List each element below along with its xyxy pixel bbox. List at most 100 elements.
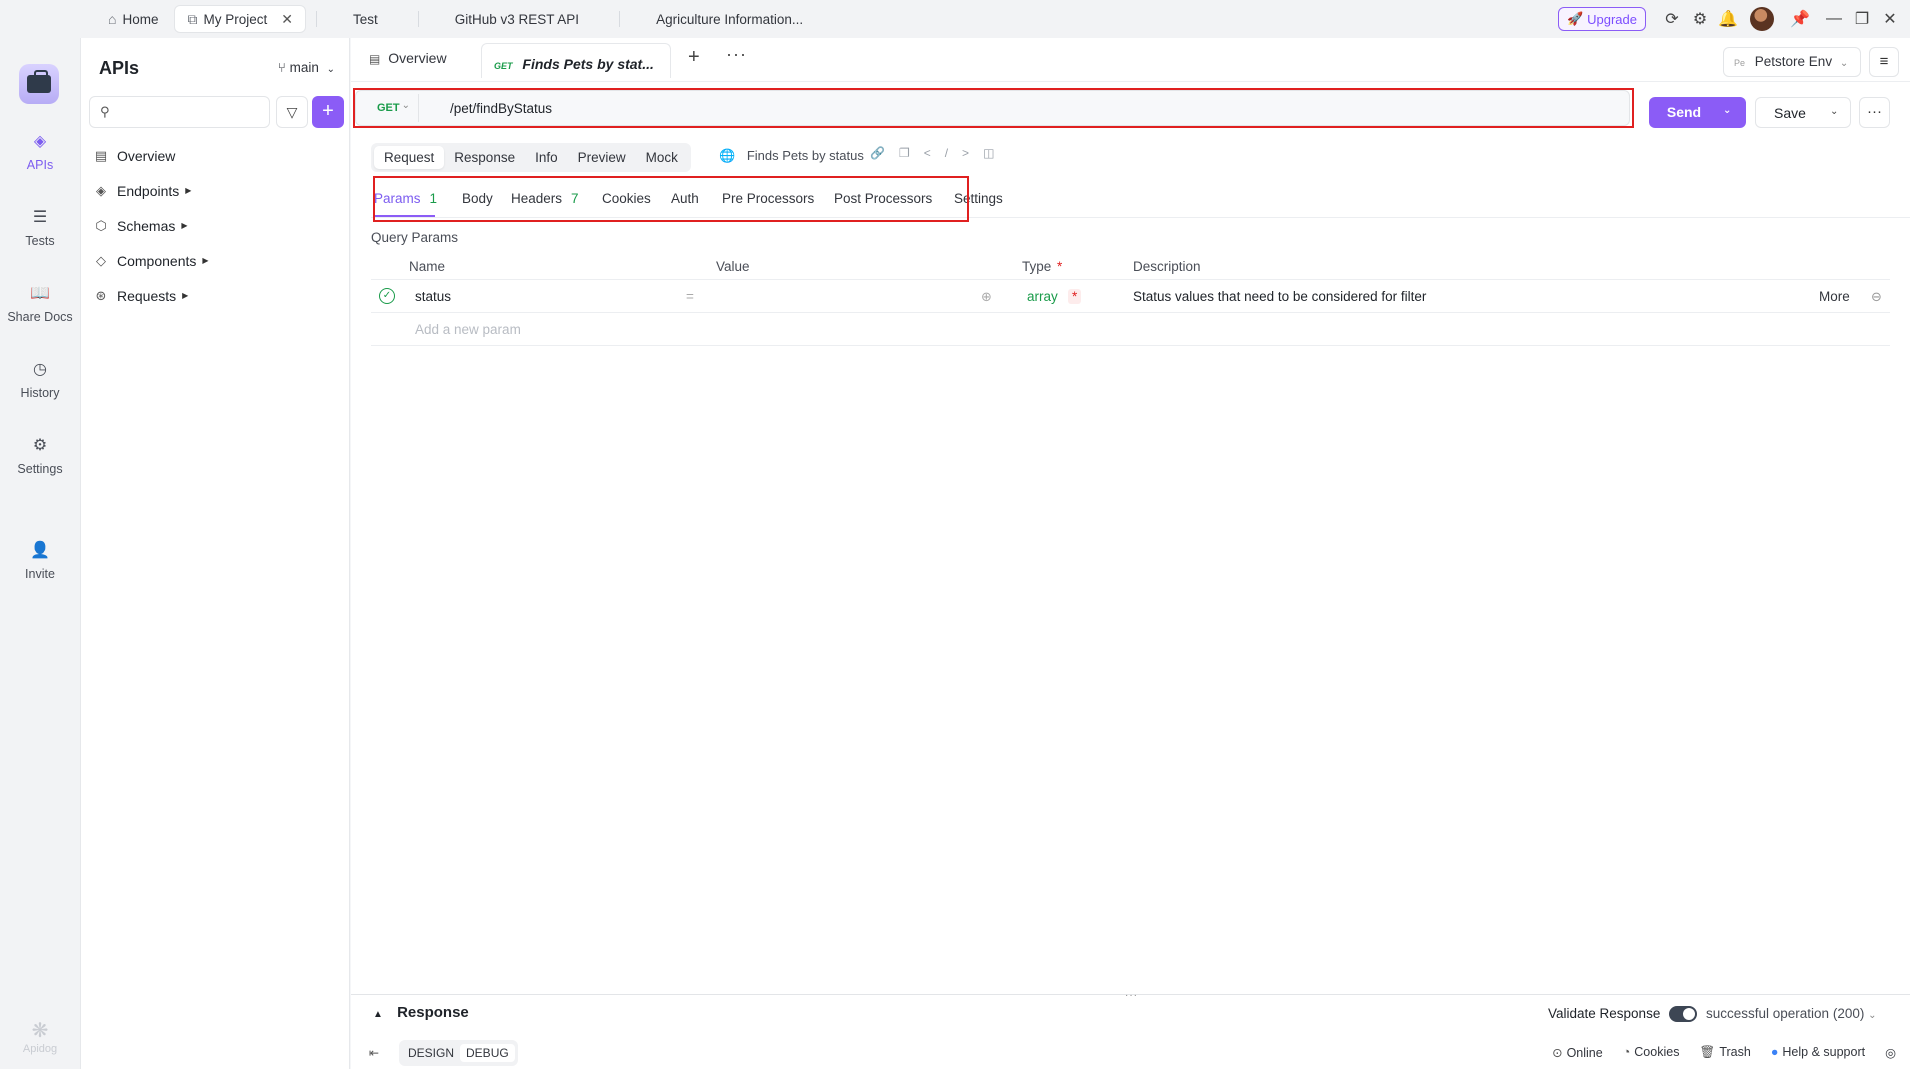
active-tab-indicator [374, 215, 435, 217]
window-tab-home[interactable]: ⌂ Home [96, 5, 170, 33]
copy-icon[interactable]: ❐ [899, 146, 924, 160]
subtab-mock[interactable]: Mock [636, 146, 688, 169]
required-marker[interactable]: * [1068, 289, 1082, 304]
project-logo[interactable] [19, 64, 59, 104]
param-type[interactable]: array [1027, 289, 1058, 304]
tab-params[interactable]: Params 1 [374, 191, 437, 206]
search-input[interactable] [118, 101, 263, 123]
sync-icon[interactable]: ⟳ [1658, 9, 1686, 29]
bell-icon[interactable]: 🔔 [1714, 9, 1742, 29]
save-button[interactable]: Save ⌄ [1755, 97, 1851, 128]
rail-item-settings[interactable]: ⚙ Settings [0, 436, 80, 476]
avatar[interactable] [1750, 7, 1774, 31]
resize-handle[interactable]: ··· [1125, 990, 1138, 1001]
caret-right-icon: ▶ [202, 256, 209, 265]
rail-item-share-docs[interactable]: 📖 Share Docs [0, 284, 80, 324]
close-icon[interactable]: ✕ [281, 11, 293, 28]
params-table: Name Value Type * Description ✓ status =… [371, 252, 1890, 346]
branch-selector[interactable]: ⑂ main ⌄ [278, 60, 335, 75]
tab-cookies[interactable]: Cookies [602, 191, 651, 206]
send-button[interactable]: Send ⌄ [1649, 97, 1746, 128]
trash-link[interactable]: 🗑 Trash [1699, 1045, 1750, 1060]
window-tab-my-project[interactable]: ⧉ My Project ✕ [174, 5, 306, 33]
api-icon: ◈ [33, 133, 47, 150]
settings-icon[interactable]: ◎ [1885, 1045, 1896, 1060]
request-url-bar: GET ⌄ [355, 90, 1630, 126]
chevron-down-icon[interactable]: ⌄ [1723, 105, 1731, 116]
rail-item-history[interactable]: ◷ History [0, 360, 80, 400]
caret-right-icon: ▶ [185, 186, 192, 195]
tab-settings[interactable]: Settings [954, 191, 1003, 206]
window-tab-test[interactable]: Test [323, 5, 408, 33]
tab-post-processors[interactable]: Post Processors [834, 191, 932, 206]
rail-item-apis[interactable]: ◈ APIs [0, 132, 80, 172]
environment-selector[interactable]: Pe Petstore Env ⌄ [1723, 47, 1861, 77]
response-status-selector[interactable]: successful operation (200) ⌄ [1706, 1006, 1877, 1021]
sidebar-item-endpoints[interactable]: ◈ Endpoints ▶ [93, 173, 343, 208]
help-support-link[interactable]: ● Help & support [1771, 1045, 1865, 1060]
chevron-down-icon[interactable]: ⌄ [1830, 106, 1838, 117]
rail-item-tests[interactable]: ☰ Tests [0, 208, 80, 248]
add-button[interactable]: + [312, 96, 344, 128]
tab-overview[interactable]: ▤ Overview [369, 50, 447, 66]
method-selector[interactable]: GET ⌄ [362, 94, 419, 122]
mode-design[interactable]: DESIGN [402, 1044, 460, 1062]
validate-response-toggle[interactable] [1669, 1006, 1697, 1022]
tests-icon: ☰ [32, 209, 48, 226]
link-icon[interactable]: 🔗 [870, 146, 899, 160]
add-param-input[interactable]: Add a new param [415, 322, 521, 337]
restore-icon[interactable]: ❐ [1848, 9, 1876, 29]
subtab-response[interactable]: Response [444, 146, 525, 169]
tab-finds-pets[interactable]: GET Finds Pets by stat... [481, 43, 671, 78]
menu-button[interactable]: ≡ [1869, 47, 1899, 77]
filter-button[interactable]: ▽ [276, 96, 308, 128]
code-icon[interactable]: </> [924, 146, 983, 160]
tab-auth[interactable]: Auth [671, 191, 699, 206]
subtab-info[interactable]: Info [525, 146, 568, 169]
equals-sign: = [686, 289, 694, 304]
panel-icon[interactable]: ◫ [983, 146, 1008, 160]
globe-icon: 🌐 [719, 148, 736, 163]
brand-logo: ❋ Apidog [0, 1018, 80, 1055]
tab-headers[interactable]: Headers 7 [511, 191, 579, 206]
sidebar-item-components[interactable]: ◇ Components ▶ [93, 243, 343, 278]
left-rail: ◈ APIs ☰ Tests 📖 Share Docs ◷ History ⚙ … [0, 38, 80, 1069]
more-link[interactable]: More [1819, 289, 1850, 304]
online-status[interactable]: ⊙ Online [1552, 1045, 1603, 1060]
plus-circle-icon[interactable]: ⊕ [981, 289, 992, 305]
upgrade-button[interactable]: 🚀 Upgrade [1557, 7, 1646, 31]
subtab-preview[interactable]: Preview [568, 146, 636, 169]
param-description[interactable]: Status values that need to be considered… [1133, 289, 1426, 304]
enabled-checkbox[interactable]: ✓ [379, 288, 395, 304]
main-panel: ▤ Overview GET Finds Pets by stat... + ·… [351, 38, 1910, 1069]
subtab-request[interactable]: Request [374, 146, 445, 169]
pin-icon[interactable]: 📌 [1786, 9, 1814, 29]
project-icon: ⧉ [187, 10, 198, 27]
collapse-sidebar-icon[interactable]: ⇤ [369, 1046, 379, 1060]
param-value[interactable] [716, 289, 956, 307]
minimize-icon[interactable]: — [1820, 10, 1848, 28]
cookies-link[interactable]: ◔ Cookies [1623, 1045, 1680, 1060]
response-toggle[interactable]: ▲ Response [373, 1004, 469, 1021]
sidebar-title: APIs [99, 58, 140, 78]
sidebar-item-requests[interactable]: ⊛ Requests ▶ [93, 278, 343, 313]
sidebar-item-overview[interactable]: ▤ Overview [93, 138, 343, 173]
trash-icon: 🗑 [1699, 1045, 1716, 1059]
tab-pre-processors[interactable]: Pre Processors [722, 191, 814, 206]
search-box[interactable]: ⚲ [89, 96, 270, 128]
sidebar-item-schemas[interactable]: ⬡ Schemas ▶ [93, 208, 343, 243]
tab-body[interactable]: Body [462, 191, 493, 206]
window-tab-agriculture[interactable]: Agriculture Information... [626, 5, 833, 33]
window-tab-github[interactable]: GitHub v3 REST API [425, 5, 609, 33]
more-options-button[interactable]: ··· [1859, 97, 1890, 128]
close-window-icon[interactable]: ✕ [1876, 9, 1904, 29]
more-tabs-icon[interactable]: ··· [726, 44, 747, 65]
param-name[interactable]: status [415, 289, 451, 304]
url-input[interactable] [450, 96, 1450, 120]
mode-debug[interactable]: DEBUG [460, 1044, 515, 1062]
new-tab-button[interactable]: + [688, 46, 700, 69]
chevron-down-icon: ⌄ [401, 100, 410, 111]
gear-icon[interactable]: ⚙ [1686, 9, 1714, 29]
rail-item-invite[interactable]: 👤 Invite [0, 541, 80, 581]
remove-circle-icon[interactable]: ⊖ [1871, 289, 1882, 305]
